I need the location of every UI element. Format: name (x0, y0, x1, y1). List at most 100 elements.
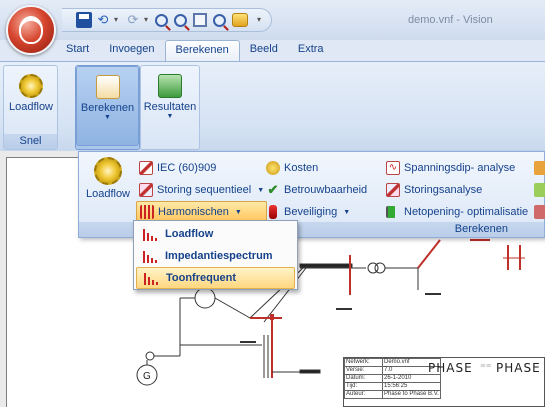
phase-logo-right: PHASE (496, 361, 541, 375)
menu-item-loadflow[interactable]: Loadflow (136, 223, 295, 245)
lightning-icon (139, 161, 153, 175)
clipped-icon (534, 183, 545, 197)
kosten-button[interactable]: Kosten (263, 157, 370, 179)
pan-icon[interactable] (232, 13, 248, 27)
bar-chart-icon (142, 249, 158, 263)
clipped-icon (534, 161, 545, 175)
tb-key: Auteur: (344, 390, 383, 399)
zoom-window-icon[interactable] (193, 13, 207, 27)
tab-beeld[interactable]: Beeld (240, 40, 288, 62)
tb-key: Datum: (344, 374, 383, 383)
chevron-down-icon: ▼ (234, 208, 242, 216)
menu-item-impedantiespectrum[interactable]: Impedantiespectrum (136, 245, 295, 267)
tb-key: Versie: (344, 366, 383, 375)
title-bar: ⟲ ▾ ⟳ ▾ ▾ demo.vnf - Vision (0, 0, 545, 40)
drawing-title-block: Netwerk: Demo.vnf Versie: 7.0 Datum: 26-1-2… (343, 357, 545, 407)
spreadsheet-icon (158, 74, 182, 98)
customize-qat-icon[interactable]: ▾ (257, 12, 265, 28)
resultaten-dropdown-button[interactable]: Resultaten ▼ (141, 70, 199, 132)
application-menu-button[interactable] (6, 5, 56, 55)
harmonischen-menu: Loadflow Impedantiespectrum Toonfrequent (133, 220, 298, 290)
loadflow-gear-icon (19, 74, 43, 98)
loadflow-gear-icon (94, 157, 122, 185)
tab-extra[interactable]: Extra (288, 40, 334, 62)
berekenen-dropdown-button[interactable]: Berekenen ▼ (76, 66, 139, 146)
undo-dropdown-icon[interactable]: ▾ (114, 12, 122, 28)
panel-column-4-clipped (531, 157, 545, 223)
fault-sequence-icon (139, 183, 153, 197)
menu-item-impedantiespectrum-label: Impedantiespectrum (165, 250, 273, 262)
tb-value: Phase to Phase B.V. (382, 390, 441, 399)
voltage-dip-icon: ∿ (386, 161, 400, 175)
beveiliging-label: Beveiliging (284, 206, 338, 218)
tb-value: 26-1-2010 (382, 374, 441, 383)
iec-909-label: IEC (60)909 (157, 162, 217, 174)
zoom-in-icon[interactable] (155, 13, 168, 27)
harmonischen-label: Harmonischen (158, 206, 229, 218)
panel-column-1: IEC (60)909 Storing sequentieel ▼ Harmon… (136, 157, 268, 223)
group-snel: Loadflow Snel (3, 65, 58, 150)
storingsanalyse-label: Storingsanalyse (404, 184, 483, 196)
betrouwbaarheid-button[interactable]: ✔ Betrouwbaarheid (263, 179, 370, 201)
loadflow-label: Loadflow (8, 101, 54, 113)
redo-icon[interactable]: ⟳ (125, 12, 141, 28)
window-title: demo.vnf - Vision (408, 14, 493, 26)
group-berekenen-collapsed: Berekenen ▼ (75, 65, 140, 150)
ribbon-tabs: Start Invoegen Berekenen Beeld Extra (56, 40, 334, 62)
zoom-out-icon[interactable] (174, 13, 187, 27)
bar-chart-icon (143, 271, 159, 285)
clipped-item-1[interactable] (531, 157, 545, 179)
storing-sequentieel-label: Storing sequentieel (157, 184, 252, 196)
fuse-icon (269, 205, 277, 219)
panel-loadflow-button[interactable]: Loadflow (83, 155, 133, 219)
group-resultaten-collapsed: Resultaten ▼ (140, 65, 200, 150)
menu-item-loadflow-label: Loadflow (165, 228, 214, 240)
storing-sequentieel-button[interactable]: Storing sequentieel ▼ (136, 179, 267, 201)
storingsanalyse-button[interactable]: Storingsanalyse (383, 179, 531, 201)
loadflow-button[interactable]: Loadflow (0, 70, 64, 132)
ribbon: Loadflow Snel Berekenen ▼ Resultaten ▼ (0, 61, 545, 151)
undo-icon[interactable]: ⟲ (95, 12, 111, 28)
spanningsdip-analyse-button[interactable]: ∿ Spanningsdip- analyse (383, 157, 531, 179)
kosten-label: Kosten (284, 162, 319, 174)
netopening-optimalisatie-button[interactable]: Netopening- optimalisatie (383, 201, 531, 223)
bar-chart-icon (142, 227, 158, 241)
chevron-down-icon: ▼ (166, 113, 174, 120)
clipped-item-2[interactable] (531, 179, 545, 201)
zoom-fit-icon[interactable] (213, 13, 226, 27)
spanningsdip-analyse-label: Spanningsdip- analyse (404, 162, 516, 174)
tb-value: 15:56:25 (382, 382, 441, 391)
berekenen-label: Berekenen (80, 102, 135, 114)
phase-logo-left: PHASE (428, 361, 473, 375)
panel-column-3: ∿ Spanningsdip- analyse Storingsanalyse … (383, 157, 531, 223)
chevron-down-icon: ▼ (343, 208, 351, 216)
tab-invoegen[interactable]: Invoegen (99, 40, 164, 62)
betrouwbaarheid-label: Betrouwbaarheid (284, 184, 368, 196)
netopening-optimalisatie-label: Netopening- optimalisatie (404, 206, 529, 218)
tb-key: Tijd: (344, 382, 383, 391)
checkmark-icon: ✔ (267, 182, 279, 197)
panel-column-2: Kosten ✔ Betrouwbaarheid Beveiliging ▼ (263, 157, 370, 223)
iec-909-button[interactable]: IEC (60)909 (136, 157, 267, 179)
menu-item-toonfrequent[interactable]: Toonfrequent (136, 267, 295, 289)
save-icon[interactable] (76, 12, 92, 28)
clipped-item-3[interactable] (531, 201, 545, 223)
clipped-icon (534, 205, 545, 219)
panel-loadflow-label: Loadflow (85, 188, 131, 200)
tb-key: Netwerk: (344, 358, 383, 367)
chevron-down-icon: ▼ (104, 114, 111, 121)
phase-logo-mark: ⁼⁼ (480, 362, 492, 374)
tab-berekenen[interactable]: Berekenen (164, 40, 240, 62)
resultaten-label: Resultaten (143, 101, 197, 113)
group-snel-label: Snel (4, 134, 57, 149)
coins-icon (266, 161, 280, 175)
calculator-icon (95, 75, 120, 99)
fault-analysis-icon (386, 183, 400, 197)
menu-item-toonfrequent-label: Toonfrequent (166, 272, 237, 284)
flag-icon (386, 206, 400, 218)
quick-access-toolbar: ⟲ ▾ ⟳ ▾ ▾ (62, 8, 272, 32)
redo-dropdown-icon[interactable]: ▾ (144, 12, 152, 28)
app-logo-icon (19, 16, 43, 44)
title-block-table: Netwerk: Demo.vnf Versie: 7.0 Datum: 26-1-2… (344, 358, 441, 399)
tab-start[interactable]: Start (56, 40, 99, 62)
